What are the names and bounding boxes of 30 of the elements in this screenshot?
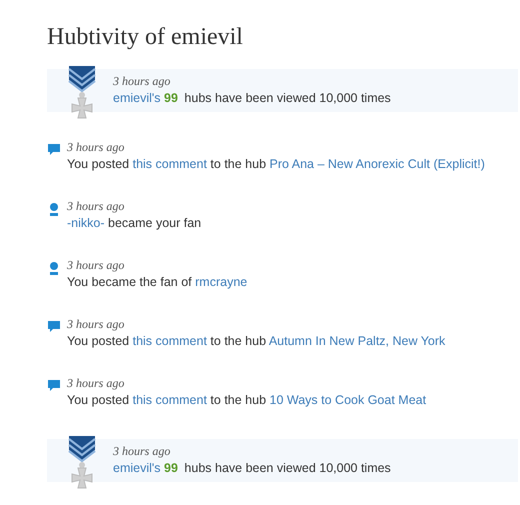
page-title: Hubtivity of emievil: [47, 24, 243, 51]
activity-text: emievil's 99 hubs have been viewed 10,000 times: [113, 461, 391, 475]
activity-text: You became the fan of rmcrayne: [67, 275, 248, 289]
speech-bubble-icon: [47, 143, 61, 157]
speech-bubble-icon: [47, 320, 61, 334]
person-icon: [47, 261, 61, 275]
link[interactable]: emievil's: [113, 91, 161, 105]
link[interactable]: 10 Ways to Cook Goat Meat: [270, 393, 426, 407]
timestamp: 3 hours ago: [67, 376, 124, 391]
link[interactable]: this comment: [132, 393, 207, 407]
link[interactable]: emievil's: [113, 461, 161, 475]
timestamp: 3 hours ago: [113, 74, 170, 89]
timestamp: 3 hours ago: [67, 199, 124, 214]
link[interactable]: -nikko-: [67, 216, 105, 230]
timestamp: 3 hours ago: [113, 444, 170, 459]
link[interactable]: rmcrayne: [195, 275, 248, 289]
timestamp: 3 hours ago: [67, 317, 124, 332]
activity-text: You posted this comment to the hub 10 Ways to Cook Goat Meat: [67, 393, 426, 407]
link[interactable]: this comment: [132, 157, 207, 171]
activity-text: emievil's 99 hubs have been viewed 10,000 times: [113, 91, 391, 105]
link[interactable]: this comment: [132, 334, 207, 348]
timestamp: 3 hours ago: [67, 140, 124, 155]
timestamp: 3 hours ago: [67, 258, 124, 273]
link[interactable]: Pro Ana – New Anorexic Cult (Explicit!): [270, 157, 485, 171]
activity-text: -nikko- became your fan: [67, 216, 202, 230]
activity-text: You posted this comment to the hub Pro Ana – New Anorexic Cult (Explicit!): [67, 157, 485, 171]
link[interactable]: Autumn In New Paltz, New York: [268, 334, 446, 348]
speech-bubble-icon: [47, 379, 61, 393]
person-icon: [47, 202, 61, 216]
activity-text: You posted this comment to the hub Autumn In New Paltz, New York: [67, 334, 446, 348]
